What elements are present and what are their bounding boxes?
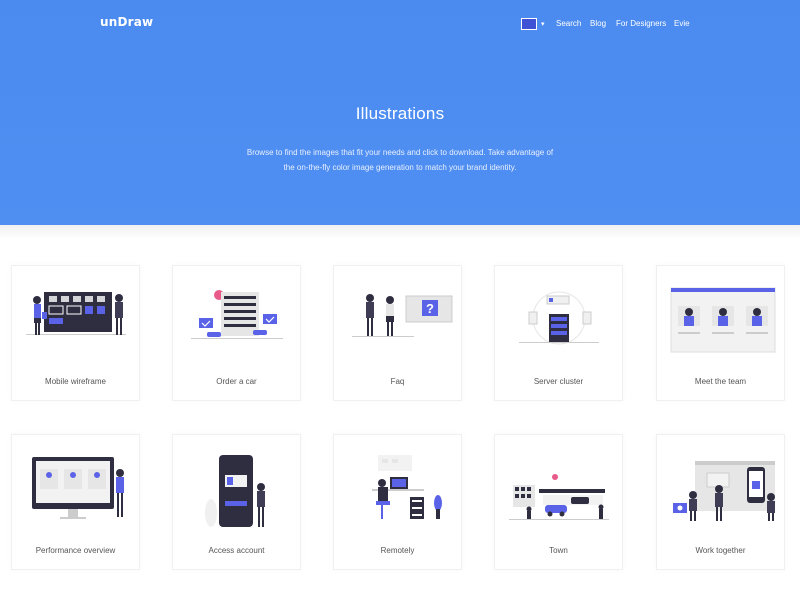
illustration-label: Order a car [216,377,257,386]
illustration-card[interactable]: Mobile wireframe [11,265,140,401]
access-account-illustration [205,455,265,527]
page-subtitle: Browse to find the images that fit your … [220,145,580,175]
nav-for-designers-link[interactable]: For Designers [616,19,666,28]
illustration-card[interactable]: Remotely [333,434,462,570]
illustration-card[interactable]: Order a car [172,265,301,401]
subtitle-line: the on-the-fly color image generation to… [283,163,517,172]
illustration-label: Work together [695,546,746,555]
svg-text:?: ? [426,301,434,316]
illustration-label: Faq [390,377,405,386]
illustration-card[interactable]: Access account [172,434,301,570]
hero-shadow [0,225,800,239]
nav-user-link[interactable]: Evie [674,19,690,28]
meet-the-team-illustration [670,287,776,353]
illustration-label: Meet the team [694,377,747,386]
nav-search-link[interactable]: Search [556,19,581,28]
illustration-label: Performance overview [35,546,116,555]
illustration-card[interactable]: Work together [656,434,785,570]
chevron-down-icon[interactable]: ▾ [541,20,545,28]
top-nav: ▾ [521,16,545,32]
illustration-card[interactable]: Meet the team [656,265,785,401]
illustration-label: Mobile wireframe [45,377,106,386]
faq-illustration: ? [352,294,453,337]
illustration-card[interactable]: Performance overview [11,434,140,570]
town-illustration [509,474,609,520]
illustration-card[interactable]: Server cluster [494,265,623,401]
site-logo[interactable]: unDraw [100,15,153,29]
color-picker-swatch[interactable] [521,18,537,30]
illustration-label: Town [549,546,568,555]
subtitle-line: Browse to find the images that fit your … [246,148,554,157]
mobile-wireframe-illustration [26,292,126,335]
remotely-illustration [372,455,442,519]
illustration-card[interactable]: Town [494,434,623,570]
illustration-card[interactable]: ? Faq [333,265,462,401]
order-a-car-illustration [191,290,283,339]
nav-blog-link[interactable]: Blog [590,19,606,28]
server-cluster-illustration [519,291,599,345]
illustration-label: Server cluster [533,377,584,386]
illustration-label: Access account [208,546,265,555]
page-title: Illustrations [355,104,445,123]
work-together-illustration [673,461,775,521]
illustration-label: Remotely [380,546,415,555]
performance-overview-illustration [32,457,124,519]
